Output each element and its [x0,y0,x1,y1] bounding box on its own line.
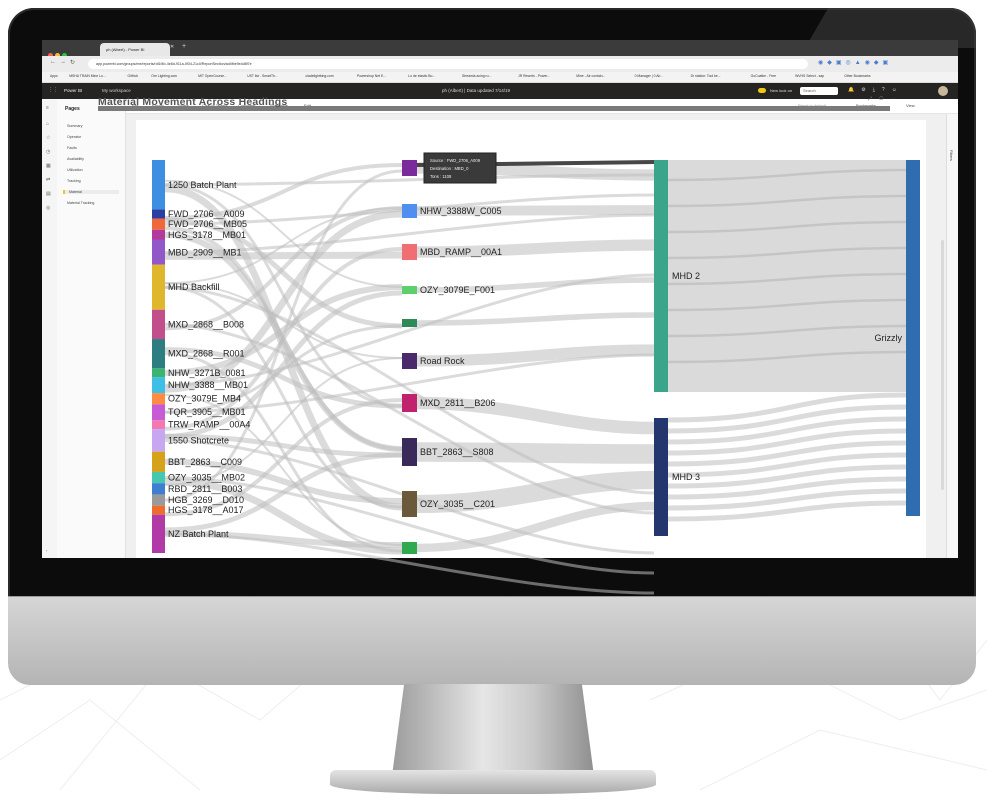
bookmark-item[interactable]: MSHA TRAIN Mine Lo... [69,74,106,78]
page-item-availability[interactable]: Availability [67,157,84,161]
workspaces-icon[interactable]: ▤ [46,191,51,197]
filters-label: Filters [949,150,954,161]
bookmark-item[interactable]: Powershop Net E... [357,74,386,78]
address-bar-row: ← → ↻ app.powerbi.com/groups/me/reports/… [42,56,958,73]
url-field[interactable]: app.powerbi.com/groups/me/reports/rdl1f4… [88,59,808,69]
report-scrollbar[interactable] [941,240,944,490]
search-input[interactable]: Search [800,87,838,95]
bookmark-item[interactable]: Lo de elastic Bo... [408,74,435,78]
browser-tab[interactable]: ph (Albert) - Power BI [100,43,170,56]
bookmark-item[interactable]: WVHS Select - sap [795,74,824,78]
bookmark-item[interactable]: Other Bookmarks [844,74,870,78]
apps-icon[interactable]: ▦ [46,163,51,169]
bookmark-item[interactable]: JR Reserts - Power... [518,74,550,78]
collapse-icon[interactable]: ‹ [46,548,47,553]
bookmark-item[interactable]: UST list - SmartTh... [247,74,278,78]
avatar[interactable] [938,86,948,96]
bookmark-item[interactable]: GoCoatbe - Free [751,74,776,78]
page-item-material-tracking[interactable]: Material Tracking [67,201,94,205]
browser-tab-strip: ph (Albert) - Power BI ✕ + [42,40,958,58]
page-item-tracking[interactable]: Tracking [67,179,81,183]
bookmark-item[interactable]: MIT OpenCourse... [198,74,227,78]
back-icon[interactable]: ← [50,59,56,65]
favorites-icon[interactable]: ☆ [46,135,50,141]
bookmark-item[interactable]: cladelightbing.com [306,74,334,78]
bookmark-item[interactable]: Streamla acing ru... [462,74,491,78]
new-look-toggle-icon[interactable] [758,88,766,93]
header-icons[interactable]: 🔔⚙⤓?☺ [848,87,904,93]
bookmark-item[interactable]: GitHub [128,74,139,78]
page-item-operator[interactable]: Operator [67,135,81,139]
report-title[interactable]: ph (Albert) | Data updated 7/14/19 [442,88,510,93]
reload-icon[interactable]: ↻ [70,59,75,66]
home-icon[interactable]: ⌂ [46,121,49,127]
page-item-utilization[interactable]: Utilization [67,168,83,172]
forward-icon[interactable]: → [60,59,66,65]
expand-icon[interactable]: ≡ [46,105,49,111]
extension-icons[interactable]: ◉◆▣◎▲◉◆▣ [818,59,892,66]
app-launcher-icon[interactable]: ⋮⋮ [48,87,58,93]
shared-icon[interactable]: ⇄ [46,177,50,183]
page-item-faults[interactable]: Faults [67,146,77,150]
monitor-stand-foot [330,770,656,794]
new-tab-icon[interactable]: + [182,43,186,50]
sankey-visual[interactable] [136,120,926,558]
bookmark-item[interactable]: Ore Lighting.com [151,74,177,78]
bookmark-item[interactable]: Mine - Air contain... [576,74,605,78]
bookmarks-bar: Apps MSHA TRAIN Mine Lo... GitHub Ore Light… [42,72,958,83]
recent-icon[interactable]: ◷ [46,149,50,155]
filters-pane[interactable]: Filters [946,114,958,558]
visual-header-icons[interactable]: ⤢ ▢ ⋯ [868,96,899,102]
page-item-summary[interactable]: Summary [67,124,82,128]
page-item-material[interactable]: Material [63,190,119,194]
pages-pane: Pages Summary Operator Faults Availabili… [57,99,126,558]
learn-icon[interactable]: ◎ [46,205,50,211]
monitor-stand-neck [392,684,594,776]
new-look-label: New look on [770,88,793,93]
screen: ph (Albert) - Power BI ✕ + ← → ↻ app.pow… [42,40,958,558]
bookmark-item[interactable]: Dr station: Tool ke... [691,74,721,78]
bookmark-item[interactable]: Apps [50,74,58,78]
app-name: Power BI [64,88,83,93]
close-tab-icon[interactable]: ✕ [170,44,174,50]
pages-title: Pages [65,106,80,112]
bookmark-item[interactable]: 0 Manager | 0 Air... [635,74,663,78]
monitor-chin [8,596,976,685]
report-canvas [126,114,946,558]
visual-title: Material Movement Across Headings [98,96,288,108]
toolbar-view[interactable]: View [906,103,915,108]
workspace-name[interactable]: My workspace [102,88,131,93]
left-rail: ≡ ⌂ ☆ ◷ ▦ ⇄ ▤ ◎ [42,99,58,558]
